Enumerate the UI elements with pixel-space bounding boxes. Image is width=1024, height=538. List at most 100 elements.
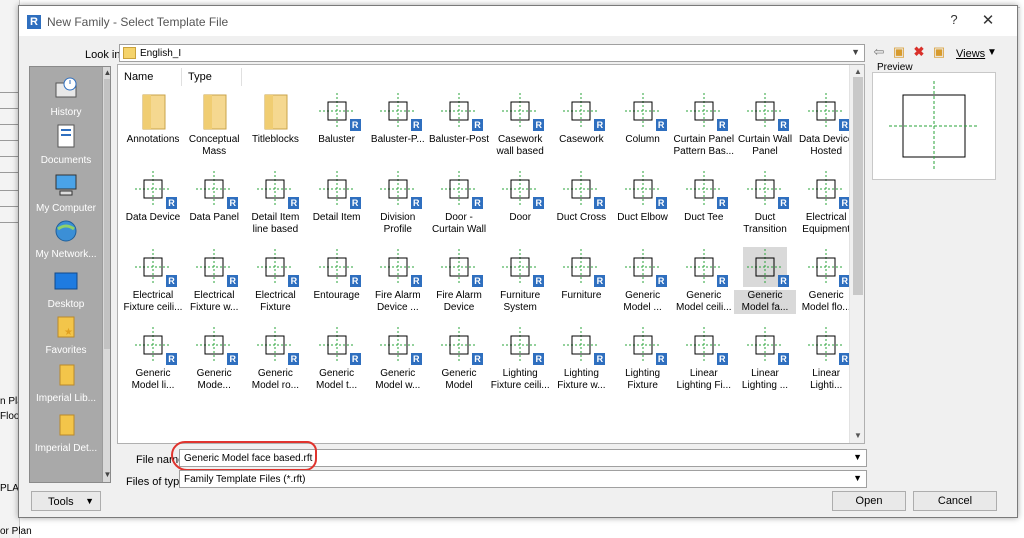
folder-icon	[52, 361, 80, 389]
scroll-thumb[interactable]	[104, 79, 110, 349]
chevron-down-icon[interactable]: ▼	[853, 452, 862, 462]
column-header-type[interactable]: Type	[182, 68, 242, 86]
file-item[interactable]: R Linear Lighti...	[795, 325, 857, 392]
file-item[interactable]: R Baluster	[306, 91, 368, 146]
file-type-dropdown[interactable]: Family Template Files (*.rft) ▼	[179, 470, 867, 488]
scroll-down-icon[interactable]: ▼	[850, 431, 864, 440]
cancel-button[interactable]: Cancel	[913, 491, 997, 511]
file-item[interactable]: R Electrical Fixture	[244, 247, 306, 314]
file-item-label: Model ceili...	[676, 302, 732, 313]
look-in-dropdown[interactable]: English_I ▼	[119, 44, 865, 62]
file-item[interactable]: R Generic Model t...	[306, 325, 368, 392]
file-item-label: Duct Cross	[556, 212, 607, 223]
title-bar[interactable]: R New Family - Select Template File ? ✕	[19, 6, 1017, 36]
file-item[interactable]: R Furniture System	[489, 247, 551, 314]
file-item[interactable]: R Generic Model li...	[122, 325, 184, 392]
file-item[interactable]: R Detail Item line based	[244, 169, 306, 236]
template-thumbnail-icon: R	[376, 91, 422, 131]
views-menu[interactable]: Views	[956, 48, 985, 60]
file-item[interactable]: R Lighting Fixture w...	[550, 325, 612, 392]
file-item-label: Panel	[752, 146, 778, 157]
template-thumbnail-icon: R	[559, 91, 606, 131]
delete-icon[interactable]: ✖	[911, 44, 927, 60]
file-item[interactable]: R Baluster-Post	[428, 91, 490, 146]
place-favorites[interactable]: ★ Favorites	[30, 313, 102, 356]
place-my-computer[interactable]: My Computer	[30, 171, 102, 214]
tools-button[interactable]: Tools ▼	[31, 491, 101, 511]
open-button[interactable]: Open	[832, 491, 906, 511]
file-item[interactable]: R Lighting Fixture	[612, 325, 674, 392]
file-item[interactable]: Annotations	[122, 91, 184, 146]
file-item[interactable]: R Furniture	[550, 247, 612, 302]
file-list-scrollbar[interactable]: ▲ ▼	[849, 65, 864, 443]
file-item[interactable]: R Generic Mode...	[183, 325, 245, 392]
place-desktop[interactable]: Desktop	[30, 267, 102, 310]
chevron-down-icon[interactable]: ▼	[853, 473, 862, 483]
place-imperial-library[interactable]: Imperial Lib...	[30, 361, 102, 404]
file-item[interactable]: R Fire Alarm Device ...	[367, 247, 429, 314]
file-item[interactable]: R Door	[489, 169, 551, 224]
place-history[interactable]: History	[30, 75, 102, 118]
template-thumbnail-icon: R	[621, 91, 667, 131]
new-folder-icon[interactable]: ▣	[931, 44, 947, 60]
place-my-network[interactable]: My Network...	[30, 217, 102, 260]
file-item[interactable]: R Generic Model ...	[612, 247, 674, 314]
help-button[interactable]: ?	[944, 12, 964, 30]
up-folder-icon[interactable]: ▣	[891, 44, 907, 60]
file-item[interactable]: R Generic Model fa...	[734, 247, 796, 314]
file-item[interactable]: R Door - Curtain Wall	[428, 169, 490, 236]
file-item-label: Model ro...	[251, 380, 300, 391]
template-thumbnail-icon: R	[804, 247, 851, 287]
file-item[interactable]: R Duct Cross	[550, 169, 612, 224]
file-item[interactable]: R Linear Lighting Fi...	[673, 325, 735, 392]
file-item-label: Fire Alarm	[375, 290, 421, 301]
template-thumbnail-icon: R	[559, 169, 606, 209]
file-item[interactable]: R Division Profile	[367, 169, 429, 236]
file-item[interactable]: R Baluster-P...	[367, 91, 429, 146]
file-item-label: Fixture ceili...	[490, 380, 550, 391]
template-thumbnail-icon: R	[743, 247, 789, 287]
file-item[interactable]: R Generic Model flo...	[795, 247, 857, 314]
template-thumbnail-icon: R	[498, 247, 545, 287]
file-item[interactable]: Conceptual Mass	[183, 91, 245, 158]
file-item[interactable]: R Generic Model ceili...	[673, 247, 735, 314]
file-item[interactable]: R Generic Model ro...	[244, 325, 306, 392]
place-imperial-detail[interactable]: Imperial Det...	[30, 411, 102, 454]
scroll-down-icon[interactable]: ▼	[103, 470, 110, 479]
back-icon[interactable]: ⇦	[871, 44, 887, 60]
file-item[interactable]: R Column	[612, 91, 674, 146]
file-item[interactable]: R Electrical Equipment	[795, 169, 857, 236]
scroll-thumb[interactable]	[853, 77, 863, 295]
file-item[interactable]: R Generic Model w...	[367, 325, 429, 392]
file-item[interactable]: R Data Device	[122, 169, 184, 224]
place-documents[interactable]: Documents	[30, 123, 102, 166]
file-item[interactable]: R Entourage	[306, 247, 368, 302]
places-scrollbar[interactable]: ▲ ▼	[102, 67, 110, 482]
file-item[interactable]: R Duct Tee	[673, 169, 735, 224]
template-thumbnail-icon: R	[743, 325, 789, 365]
file-item[interactable]: R Duct Transition	[734, 169, 796, 236]
file-item[interactable]: R Duct Elbow	[612, 169, 674, 224]
close-button[interactable]: ✕	[977, 11, 999, 31]
file-item[interactable]: R Detail Item	[306, 169, 368, 224]
file-item[interactable]: R Casework	[550, 91, 612, 146]
chevron-down-icon[interactable]: ▼	[987, 47, 997, 58]
file-item[interactable]: R Lighting Fixture ceili...	[489, 325, 551, 392]
file-item-label: Conceptual	[188, 134, 240, 145]
file-item[interactable]: R Data Device Hosted	[795, 91, 857, 158]
file-item[interactable]: R Electrical Fixture ceili...	[122, 247, 184, 314]
file-item[interactable]: R Generic Model	[428, 325, 490, 392]
file-item[interactable]: R Linear Lighting ...	[734, 325, 796, 392]
column-header-name[interactable]: Name	[118, 68, 182, 86]
file-item-label: Fixture w...	[557, 380, 606, 391]
file-item[interactable]: R Data Panel	[183, 169, 245, 224]
file-item[interactable]: R Curtain Panel Pattern Bas...	[673, 91, 735, 158]
file-item[interactable]: Titleblocks	[244, 91, 306, 146]
file-item-label: Baluster	[318, 134, 355, 145]
file-item[interactable]: R Casework wall based	[489, 91, 551, 158]
scroll-up-icon[interactable]: ▲	[103, 68, 110, 77]
file-item[interactable]: R Electrical Fixture w...	[183, 247, 245, 314]
file-item[interactable]: R Curtain Wall Panel	[734, 91, 796, 158]
file-item[interactable]: R Fire Alarm Device	[428, 247, 490, 314]
scroll-up-icon[interactable]: ▲	[850, 67, 864, 76]
